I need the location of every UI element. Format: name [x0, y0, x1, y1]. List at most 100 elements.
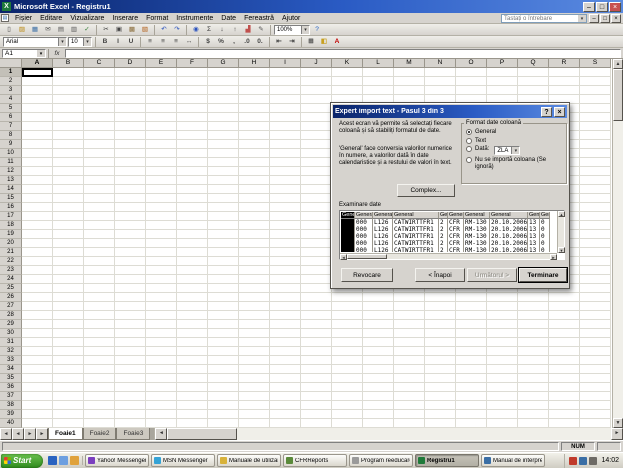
cell-g27[interactable]	[208, 302, 239, 311]
cell-e37[interactable]	[146, 392, 177, 401]
insert-function-icon[interactable]: fx	[51, 49, 63, 58]
cell-m38[interactable]	[394, 401, 425, 410]
menu-item-instrumente[interactable]: Instrumente	[172, 13, 217, 24]
horizontal-scrollbar[interactable]: ◄ ►	[154, 428, 623, 440]
row-header-27[interactable]: 27	[0, 302, 22, 311]
cell-f29[interactable]	[177, 320, 208, 329]
cell-q33[interactable]	[518, 356, 549, 365]
row-header-37[interactable]: 37	[0, 392, 22, 401]
chart-wizard-icon[interactable]: ▟	[242, 25, 254, 35]
cell-e18[interactable]	[146, 221, 177, 230]
preview-column-header[interactable]: General	[528, 212, 540, 219]
cell-h18[interactable]	[239, 221, 270, 230]
preview-cell[interactable]: RM-130	[464, 219, 490, 226]
cell-k36[interactable]	[332, 383, 363, 392]
cell-m3[interactable]	[394, 86, 425, 95]
cell-l31[interactable]	[363, 338, 394, 347]
cell-a26[interactable]	[22, 293, 53, 302]
cell-d36[interactable]	[115, 383, 146, 392]
cell-p38[interactable]	[487, 401, 518, 410]
preview-cell[interactable]: L126	[373, 233, 393, 240]
cell-c26[interactable]	[84, 293, 115, 302]
undo-icon[interactable]: ↶	[158, 25, 170, 35]
cell-j12[interactable]	[301, 167, 332, 176]
cell-b16[interactable]	[53, 203, 84, 212]
cell-e5[interactable]	[146, 104, 177, 113]
scroll-right-icon[interactable]: ►	[550, 254, 557, 260]
cell-j16[interactable]	[301, 203, 332, 212]
cell-k1[interactable]	[332, 68, 363, 77]
formula-input[interactable]	[65, 49, 621, 58]
question-box-input[interactable]: Tastați o întrebare ▾	[501, 14, 587, 23]
cell-f6[interactable]	[177, 113, 208, 122]
cell-h4[interactable]	[239, 95, 270, 104]
cell-s20[interactable]	[580, 239, 611, 248]
cell-s10[interactable]	[580, 149, 611, 158]
finish-button[interactable]: Terminare	[519, 268, 567, 282]
cell-c31[interactable]	[84, 338, 115, 347]
cell-d12[interactable]	[115, 167, 146, 176]
cell-f13[interactable]	[177, 176, 208, 185]
preview-cell[interactable]: 20.10.2006	[490, 247, 528, 252]
cell-f26[interactable]	[177, 293, 208, 302]
cell-d23[interactable]	[115, 266, 146, 275]
preview-column-header[interactable]: General	[439, 212, 448, 219]
scroll-down-icon[interactable]: ▼	[558, 247, 565, 253]
cell-s26[interactable]	[580, 293, 611, 302]
cell-f33[interactable]	[177, 356, 208, 365]
cell-c14[interactable]	[84, 185, 115, 194]
preview-cell[interactable]: 20.10.2006	[490, 219, 528, 226]
cell-d29[interactable]	[115, 320, 146, 329]
cell-j30[interactable]	[301, 329, 332, 338]
cell-c16[interactable]	[84, 203, 115, 212]
cell-s4[interactable]	[580, 95, 611, 104]
cell-s21[interactable]	[580, 248, 611, 257]
zoom-combo[interactable]: 100%▾	[274, 25, 310, 35]
cell-n40[interactable]	[425, 419, 456, 428]
cell-b28[interactable]	[53, 311, 84, 320]
cell-f11[interactable]	[177, 158, 208, 167]
cell-f8[interactable]	[177, 131, 208, 140]
preview-cell[interactable]: 13	[528, 247, 540, 252]
cell-j20[interactable]	[301, 239, 332, 248]
cell-f30[interactable]	[177, 329, 208, 338]
cell-s40[interactable]	[580, 419, 611, 428]
row-header-16[interactable]: 16	[0, 203, 22, 212]
preview-cell[interactable]: 13	[528, 233, 540, 240]
preview-cell[interactable]: 20.10.2006	[490, 226, 528, 233]
cell-e14[interactable]	[146, 185, 177, 194]
cell-e10[interactable]	[146, 149, 177, 158]
workbook-close-icon[interactable]: ×	[611, 14, 621, 23]
cell-k2[interactable]	[332, 77, 363, 86]
cell-q28[interactable]	[518, 311, 549, 320]
column-header-i[interactable]: I	[270, 59, 301, 68]
row-header-13[interactable]: 13	[0, 176, 22, 185]
cell-a11[interactable]	[22, 158, 53, 167]
cell-l30[interactable]	[363, 329, 394, 338]
cell-a14[interactable]	[22, 185, 53, 194]
cell-c19[interactable]	[84, 230, 115, 239]
cell-l34[interactable]	[363, 365, 394, 374]
cell-e6[interactable]	[146, 113, 177, 122]
preview-column-header[interactable]: General	[464, 212, 490, 219]
cell-p40[interactable]	[487, 419, 518, 428]
cell-d27[interactable]	[115, 302, 146, 311]
cell-e2[interactable]	[146, 77, 177, 86]
cell-j14[interactable]	[301, 185, 332, 194]
cell-i26[interactable]	[270, 293, 301, 302]
cell-c9[interactable]	[84, 140, 115, 149]
cell-e9[interactable]	[146, 140, 177, 149]
cell-a39[interactable]	[22, 410, 53, 419]
cell-m31[interactable]	[394, 338, 425, 347]
cell-i16[interactable]	[270, 203, 301, 212]
preview-column-header[interactable]: General	[540, 212, 550, 219]
cell-l28[interactable]	[363, 311, 394, 320]
cell-g13[interactable]	[208, 176, 239, 185]
preview-vscroll-track[interactable]	[558, 217, 564, 247]
cell-q3[interactable]	[518, 86, 549, 95]
cell-q34[interactable]	[518, 365, 549, 374]
cell-s38[interactable]	[580, 401, 611, 410]
cell-a12[interactable]	[22, 167, 53, 176]
row-header-19[interactable]: 19	[0, 230, 22, 239]
cell-i29[interactable]	[270, 320, 301, 329]
